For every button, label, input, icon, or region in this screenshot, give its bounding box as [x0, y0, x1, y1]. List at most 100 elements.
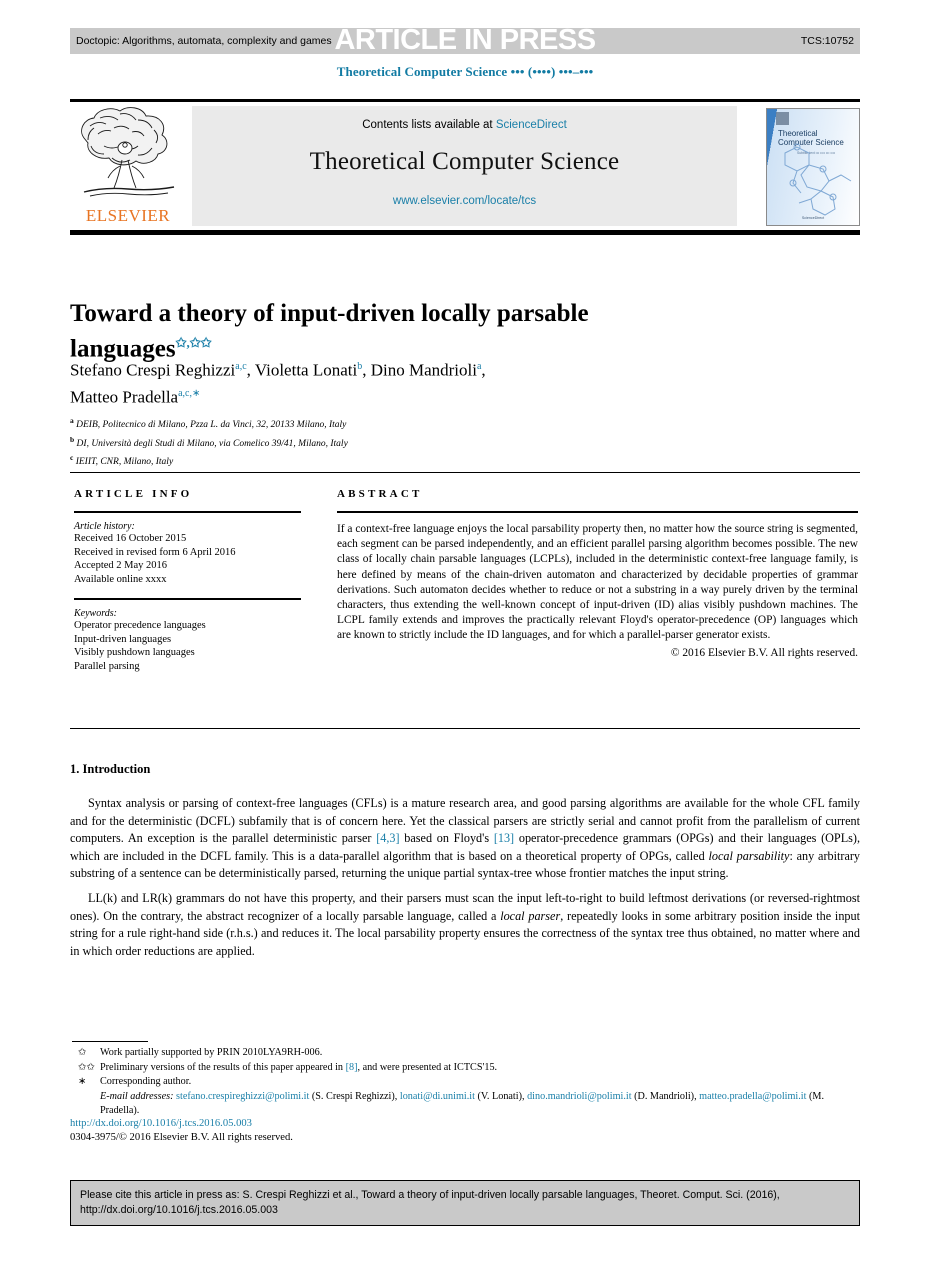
abstract-text: If a context-free language enjoys the lo…	[337, 523, 858, 642]
journal-masthead: ELSEVIER Contents lists available at Sci…	[70, 104, 860, 228]
info-band-top-rule	[70, 472, 860, 473]
author-sep-3: ,	[481, 360, 486, 380]
footnote-separator-rule	[72, 1041, 148, 1042]
journal-running-head: Theoretical Computer Science ••• (••••) …	[336, 64, 594, 79]
history-item: Received in revised form 6 April 2016	[74, 546, 236, 558]
article-history-label: Article history:	[74, 521, 135, 532]
affiliation-text-b: DI, Università degli Studi di Milano, vi…	[76, 438, 348, 449]
footnote-item-preliminary: ✩✩ Preliminary versions of the results of…	[70, 1061, 860, 1076]
keyword-item: Operator precedence languages	[74, 620, 206, 631]
email-link-4[interactable]: matteo.pradella@polimi.it	[699, 1091, 806, 1102]
body-content: Syntax analysis or parsing of context-fr…	[70, 795, 860, 960]
keywords-label: Keywords:	[74, 608, 117, 619]
article-info-heading: ARTICLE INFO	[74, 488, 193, 500]
cite-line-2: http://dx.doi.org/10.1016/j.tcs.2016.05.…	[80, 1204, 278, 1216]
email-addresses-line: E-mail addresses: stefano.crespireghizzi…	[70, 1090, 860, 1119]
contents-prefix: Contents lists available at	[362, 119, 496, 131]
keywords-rule	[74, 598, 301, 600]
affiliation-list: a DEIB, Politecnico di Milano, Pzza L. d…	[70, 414, 720, 470]
keyword-item: Parallel parsing	[74, 660, 140, 672]
paragraph-2: LL(k) and LR(k) grammars do not have thi…	[70, 890, 860, 960]
abstract-column: ABSTRACT If a context-free language enjo…	[337, 488, 858, 659]
affiliation-text-c: IEIIT, CNR, Milano, Italy	[75, 457, 174, 468]
affiliation-mark-c: c	[70, 453, 74, 463]
abstract-rule	[337, 511, 858, 513]
citation-ref-13[interactable]: [13]	[494, 831, 514, 845]
article-page: Doctopic: Algorithms, automata, complexi…	[0, 0, 935, 1266]
journal-homepage-link[interactable]: www.elsevier.com/locate/tcs	[192, 195, 737, 207]
affiliation-text-a: DEIB, Politecnico di Milano, Pzza L. da …	[76, 420, 347, 431]
elsevier-wordmark: ELSEVIER	[85, 206, 171, 225]
footnote-text-corresponding: Corresponding author.	[100, 1076, 192, 1087]
footnote-mark-double-star: ✩✩	[78, 1061, 96, 1073]
article-history-list: Received 16 October 2015 Received in rev…	[74, 532, 301, 586]
elsevier-tree-icon	[81, 107, 175, 197]
journal-cover-thumbnail: Theoretical Computer Science Subtitle te…	[766, 108, 860, 226]
issn-copyright-line: 0304-3975/© 2016 Elsevier B.V. All right…	[70, 1132, 293, 1143]
footnote-text-funding: Work partially supported by PRIN 2010LYA…	[100, 1047, 323, 1058]
email-link-2[interactable]: lonati@di.unimi.it	[400, 1091, 475, 1102]
cite-line-1: Please cite this article in press as: S.…	[80, 1189, 780, 1201]
cover-footer-label: ScienceDirect	[801, 216, 825, 220]
elsevier-logo: ELSEVIER	[70, 104, 188, 228]
article-title-text: Toward a theory of input-driven locally …	[70, 299, 589, 363]
history-item: Accepted 2 May 2016	[74, 560, 168, 571]
p2-emphasis: local parser	[500, 908, 561, 923]
citation-ref-8[interactable]: [8]	[346, 1062, 358, 1073]
masthead-top-rule	[70, 99, 860, 102]
email-person-3: (D. Mandrioli),	[631, 1090, 700, 1102]
doi-link[interactable]: http://dx.doi.org/10.1016/j.tcs.2016.05.…	[70, 1118, 252, 1129]
author-2: Violetta Lonati	[254, 360, 358, 380]
sciencedirect-link[interactable]: ScienceDirect	[496, 119, 567, 131]
paragraph-1: Syntax analysis or parsing of context-fr…	[70, 795, 860, 883]
journal-title: Theoretical Computer Science	[309, 148, 620, 175]
contents-available-line: Contents lists available at ScienceDirec…	[192, 119, 737, 131]
footnote-text-post: , and were presented at ICTCS'15.	[357, 1061, 498, 1073]
history-item: Received 16 October 2015	[74, 533, 187, 544]
affiliation-item: a DEIB, Politecnico di Milano, Pzza L. d…	[70, 414, 720, 433]
doctopic-label: Doctopic: Algorithms, automata, complexi…	[76, 35, 332, 47]
footnote-mark-asterisk: ∗	[78, 1076, 87, 1087]
keyword-item: Input-driven languages	[74, 633, 172, 645]
affiliation-item: b DI, Università degli Studi di Milano, …	[70, 433, 720, 452]
affiliation-item: c IEIIT, CNR, Milano, Italy	[70, 451, 720, 470]
masthead-bottom-rule	[70, 230, 860, 235]
history-item: Available online xxxx	[74, 573, 167, 585]
author-sep-1: ,	[246, 360, 255, 380]
abstract-copyright: © 2016 Elsevier B.V. All rights reserved…	[670, 646, 858, 659]
cover-molecule-graphic	[784, 143, 852, 216]
email-link-3[interactable]: dino.mandrioli@polimi.it	[527, 1091, 631, 1102]
article-info-column: ARTICLE INFO Article history: Received 1…	[74, 488, 301, 673]
article-info-rule	[74, 511, 301, 513]
email-label: E-mail addresses:	[100, 1090, 174, 1102]
author-1-affiliation-mark: a,c	[235, 361, 247, 372]
abstract-heading: ABSTRACT	[337, 488, 423, 500]
author-4: Matteo Pradella	[70, 387, 179, 407]
keywords-list: Operator precedence languages Input-driv…	[74, 619, 301, 673]
masthead-center-panel: Contents lists available at ScienceDirec…	[192, 106, 737, 226]
p1-mid1: based on Floyd's	[399, 831, 494, 846]
footnote-item-funding: ✩ Work partially supported by PRIN 2010LY…	[70, 1046, 860, 1061]
author-1: Stefano Crespi Reghizzi	[70, 360, 236, 380]
email-person-1: (S. Crespi Reghizzi),	[309, 1090, 400, 1102]
info-band-bottom-rule	[70, 728, 860, 729]
section-heading-introduction: 1. Introduction	[70, 762, 151, 776]
author-sep-2: ,	[362, 360, 371, 380]
author-4-affiliation-mark: a,c,∗	[178, 387, 201, 399]
cite-this-article-box: Please cite this article in press as: S.…	[70, 1180, 860, 1226]
affiliation-mark-b: b	[70, 434, 75, 444]
citation-ref-4-3[interactable]: [4,3]	[376, 831, 399, 845]
article-in-press-bar: Doctopic: Algorithms, automata, complexi…	[70, 24, 860, 56]
footnote-mark-star: ✩	[78, 1047, 87, 1058]
email-person-2: (V. Lonati),	[474, 1090, 528, 1102]
footnote-text-pre: Preliminary versions of the results of t…	[100, 1061, 346, 1073]
author-list: Stefano Crespi Reghizzia,c, Violetta Lon…	[70, 355, 720, 408]
footnote-block: ✩ Work partially supported by PRIN 2010LY…	[70, 1046, 860, 1119]
footnote-item-corresponding: ∗ Corresponding author.	[70, 1075, 860, 1090]
affiliation-mark-a: a	[70, 416, 74, 425]
p1-emphasis: local parsability	[708, 848, 790, 863]
author-3: Dino Mandrioli	[370, 360, 477, 380]
email-link-1[interactable]: stefano.crespireghizzi@polimi.it	[176, 1091, 309, 1102]
manuscript-code: TCS:10752	[800, 35, 854, 47]
page-title: Toward a theory of input-driven locally …	[70, 299, 690, 363]
